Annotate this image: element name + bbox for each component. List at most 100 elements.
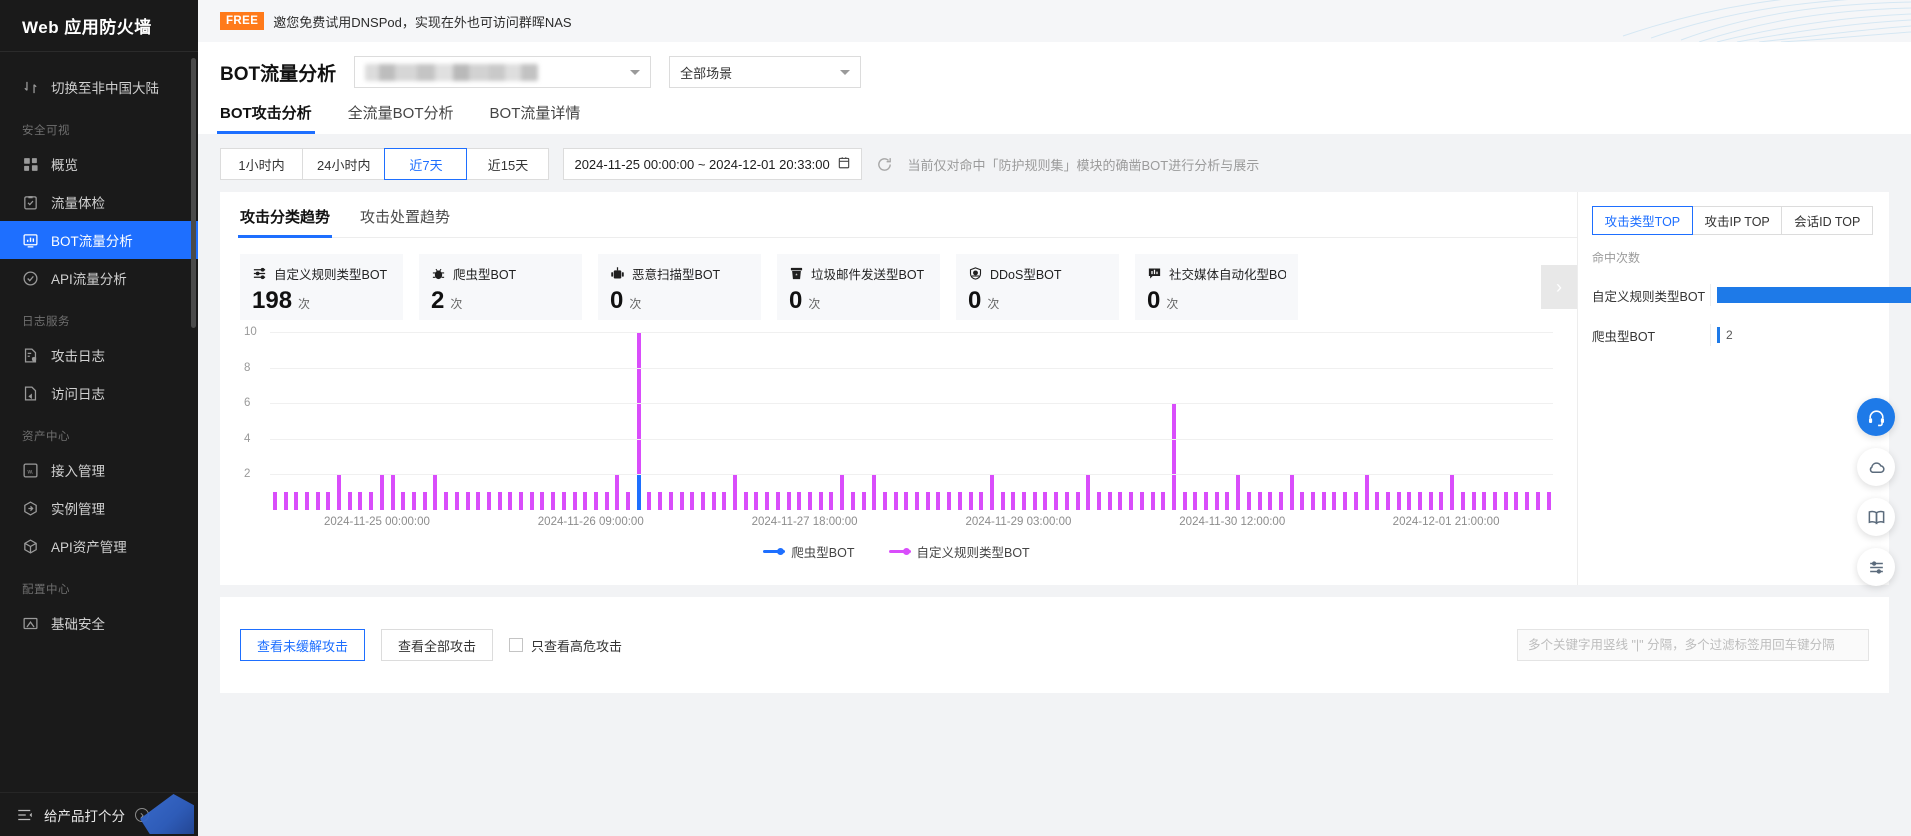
- chart-bar-segment: [497, 492, 502, 510]
- chart-bar-segment: [476, 492, 481, 510]
- chart-bar-segment: [347, 492, 352, 510]
- stat-card[interactable]: DDoS型BOT 0 次: [956, 254, 1119, 320]
- chart-bar-segment: [1396, 492, 1401, 510]
- time-range-segmented: 1小时内 24小时内 近7天 近15天: [220, 148, 550, 180]
- stat-card[interactable]: 爬虫型BOT 2 次: [419, 254, 582, 320]
- chart-bar-segment: [797, 492, 802, 510]
- trash-mail-icon: *: [789, 266, 804, 281]
- sidebar-scrollbar[interactable]: [191, 58, 196, 328]
- shield-ddos-icon: [968, 266, 983, 281]
- tab-full-traffic-bot-analysis[interactable]: 全流量BOT分析: [348, 102, 454, 134]
- tab-attack-ip-top[interactable]: 攻击IP TOP: [1691, 206, 1783, 235]
- settings-list-fab[interactable]: [1857, 548, 1895, 586]
- view-all-attacks-button[interactable]: 查看全部攻击: [381, 629, 494, 661]
- chart-bar-segment: [422, 492, 427, 510]
- view-unmitigated-button[interactable]: 查看未缓解攻击: [240, 629, 366, 661]
- chart-bar-segment: [882, 492, 887, 510]
- collapse-menu-icon[interactable]: [16, 806, 34, 824]
- promo-banner[interactable]: FREE 邀您免费试用DNSPod，实现在外也可访问群晖NAS: [198, 0, 1911, 42]
- sidebar-item-bot-traffic-analysis[interactable]: BOT流量分析: [0, 221, 198, 259]
- refresh-icon[interactable]: [876, 156, 893, 173]
- chart-bar-segment: [1503, 492, 1508, 510]
- sidebar-item-label: 概览: [51, 158, 78, 173]
- top-ranking-bar: [1717, 287, 1911, 303]
- stat-card[interactable]: * 垃圾邮件发送型BOT 0 次: [777, 254, 940, 320]
- chart-bar-segment: [1011, 492, 1016, 510]
- cards-next-button[interactable]: ›: [1541, 265, 1577, 309]
- sidebar-item-label: API资产管理: [51, 540, 127, 555]
- tab-bot-attack-analysis[interactable]: BOT攻击分析: [217, 102, 315, 134]
- search-box[interactable]: [1517, 629, 1869, 661]
- chart-gridline: [270, 332, 1553, 333]
- calendar-icon[interactable]: [837, 155, 851, 173]
- sidebar-item-api-traffic-analysis[interactable]: API流量分析: [0, 259, 198, 297]
- search-input[interactable]: [1528, 638, 1858, 652]
- legend-item-crawler-bot[interactable]: 爬虫型BOT: [763, 542, 855, 561]
- time-range-24h[interactable]: 24小时内: [302, 148, 386, 180]
- stat-card-unit: 次: [450, 297, 463, 311]
- chart-bar-segment: [829, 492, 834, 510]
- sidebar-item-access-log[interactable]: 访问日志: [0, 374, 198, 412]
- stat-card-unit: 次: [629, 297, 642, 311]
- sidebar-item-attack-log[interactable]: 攻击日志: [0, 336, 198, 374]
- chart-bar-segment: [1139, 492, 1144, 510]
- chart-bar-segment: [904, 492, 909, 510]
- stat-card[interactable]: 社交媒体自动化型BOT 0 次: [1135, 254, 1298, 320]
- sub-tab-attack-disposal-trend[interactable]: 攻击处置趋势: [360, 206, 450, 237]
- sidebar-item-traffic-check[interactable]: 流量体检: [0, 183, 198, 221]
- sidebar-item-api-asset-manage[interactable]: API资产管理: [0, 527, 198, 565]
- rate-product-bar[interactable]: 给产品打个分 ›: [0, 792, 198, 836]
- date-range-picker[interactable]: 2024-11-25 00:00:00 ~ 2024-12-01 20:33:0…: [563, 148, 863, 180]
- time-range-1h[interactable]: 1小时内: [220, 148, 303, 180]
- tab-bot-traffic-detail[interactable]: BOT流量详情: [490, 102, 581, 134]
- time-range-7d[interactable]: 近7天: [384, 148, 468, 180]
- chart-bar-segment: [1428, 492, 1433, 510]
- chart-bar-segment: [272, 492, 277, 510]
- chart-bar-segment: [1096, 492, 1101, 510]
- chart-y-tick: 8: [244, 361, 251, 374]
- chart-bar-segment: [1000, 492, 1005, 510]
- sidebar-item-access-manage[interactable]: w. 接入管理: [0, 451, 198, 489]
- high-risk-only-checkbox[interactable]: 只查看高危攻击: [509, 636, 622, 655]
- support-fab[interactable]: [1857, 398, 1895, 436]
- date-range-value: 2024-11-25 00:00:00 ~ 2024-12-01 20:33:0…: [574, 156, 830, 172]
- chart-bar-segment: [1311, 492, 1316, 510]
- sidebar-item-label: API流量分析: [51, 272, 127, 287]
- stat-card-name: 自定义规则类型BOT: [274, 268, 388, 282]
- chart-bar-segment: [1332, 492, 1337, 510]
- sidebar-item-instance-manage[interactable]: 实例管理: [0, 489, 198, 527]
- sidebar-item-basic-security[interactable]: 基础安全: [0, 604, 198, 642]
- legend-dot: [777, 548, 785, 555]
- chart-bar-segment: [1364, 474, 1369, 510]
- trend-chart: 2 4 6 8 10 2024-11-25 00:00:00 2024-11-26 09:…: [240, 326, 1577, 572]
- scene-select[interactable]: 全部场景: [669, 56, 862, 88]
- promo-text: 邀您免费试用DNSPod，实现在外也可访问群晖NAS: [273, 14, 572, 30]
- chart-bar-segment: [700, 492, 705, 510]
- stat-card[interactable]: 自定义规则类型BOT 198 次: [240, 254, 403, 320]
- tab-attack-type-top[interactable]: 攻击类型TOP: [1592, 206, 1693, 235]
- cloud-fab[interactable]: [1857, 448, 1895, 486]
- chart-bar-segment: [936, 492, 941, 510]
- sidebar-item-overview[interactable]: 概览: [0, 145, 198, 183]
- domain-select[interactable]: [354, 56, 652, 88]
- sidebar-item-label: 访问日志: [51, 387, 105, 402]
- chart-x-tick: 2024-11-27 18:00:00: [751, 516, 858, 528]
- time-range-15d[interactable]: 近15天: [466, 148, 550, 180]
- sidebar-group-label: 安全可视: [22, 125, 70, 137]
- chart-bar-segment: [872, 474, 877, 510]
- stat-card-name: 垃圾邮件发送型BOT: [811, 268, 925, 282]
- chart-bar-segment: [840, 474, 845, 510]
- scene-select-value: 全部场景: [680, 65, 733, 81]
- legend-item-custom-rule-bot[interactable]: 自定义规则类型BOT: [888, 542, 1030, 561]
- chart-bar-segment: [1450, 474, 1455, 510]
- docs-fab[interactable]: [1857, 498, 1895, 536]
- tab-session-id-top[interactable]: 会话ID TOP: [1781, 206, 1873, 235]
- chart-bar-segment: [1385, 492, 1390, 510]
- chart-bar-segment: [979, 492, 984, 510]
- chart-x-tick: 2024-11-26 09:00:00: [537, 516, 644, 528]
- stat-card-unit: 次: [808, 297, 821, 311]
- checkbox-box[interactable]: [509, 638, 524, 652]
- stat-card[interactable]: 恶意扫描型BOT 0 次: [598, 254, 761, 320]
- sidebar-item-switch-region[interactable]: 切换至非中国大陆: [0, 68, 198, 106]
- sub-tab-attack-category-trend[interactable]: 攻击分类趋势: [237, 206, 333, 238]
